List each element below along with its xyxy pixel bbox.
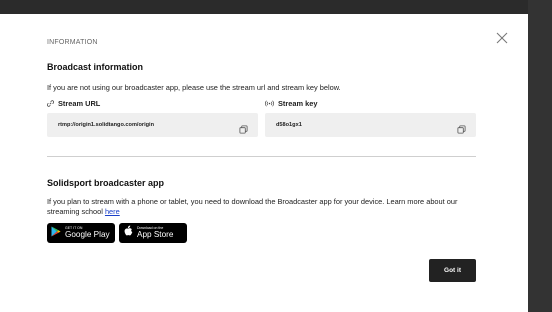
- broadcast-info-title: Broadcast information: [47, 62, 144, 72]
- copy-icon[interactable]: [457, 121, 466, 134]
- copy-icon[interactable]: [239, 121, 248, 134]
- stream-key-label-text: Stream key: [278, 99, 318, 108]
- stream-key-value[interactable]: d58o1gx1: [276, 122, 302, 128]
- dialog-eyebrow: INFORMATION: [47, 39, 98, 46]
- link-icon: [47, 100, 54, 107]
- stream-url-field[interactable]: rtmp://origin1.solidtango.com/origin: [47, 113, 258, 137]
- section-divider: [47, 156, 476, 157]
- streaming-school-link[interactable]: here: [105, 207, 120, 216]
- stream-key-label: Stream key: [265, 99, 317, 108]
- google-play-big-text: Google Play: [65, 229, 110, 239]
- broadcast-icon: [265, 100, 274, 107]
- apple-icon: [123, 224, 133, 242]
- broadcaster-app-description: If you plan to stream with a phone or ta…: [47, 197, 477, 217]
- stream-url-label: Stream URL: [47, 99, 100, 108]
- broadcast-info-description: If you are not using our broadcaster app…: [47, 83, 341, 92]
- google-play-text: GET IT ON Google Play: [65, 227, 110, 239]
- google-play-icon: [51, 224, 61, 242]
- app-store-big-text: App Store: [137, 229, 174, 239]
- broadcaster-app-title: Solidsport broadcaster app: [47, 178, 165, 188]
- app-store-text: Download on the App Store: [137, 227, 173, 239]
- close-icon[interactable]: [495, 31, 509, 45]
- google-play-button[interactable]: GET IT ON Google Play: [47, 223, 115, 243]
- app-store-button[interactable]: Download on the App Store: [119, 223, 187, 243]
- backdrop: [0, 0, 552, 14]
- stream-url-label-text: Stream URL: [58, 99, 101, 108]
- got-it-button[interactable]: Got it: [429, 259, 476, 282]
- stream-url-value[interactable]: rtmp://origin1.solidtango.com/origin: [58, 122, 154, 128]
- stream-key-field[interactable]: d58o1gx1: [265, 113, 476, 137]
- backdrop-scrollbar-area: [528, 0, 552, 312]
